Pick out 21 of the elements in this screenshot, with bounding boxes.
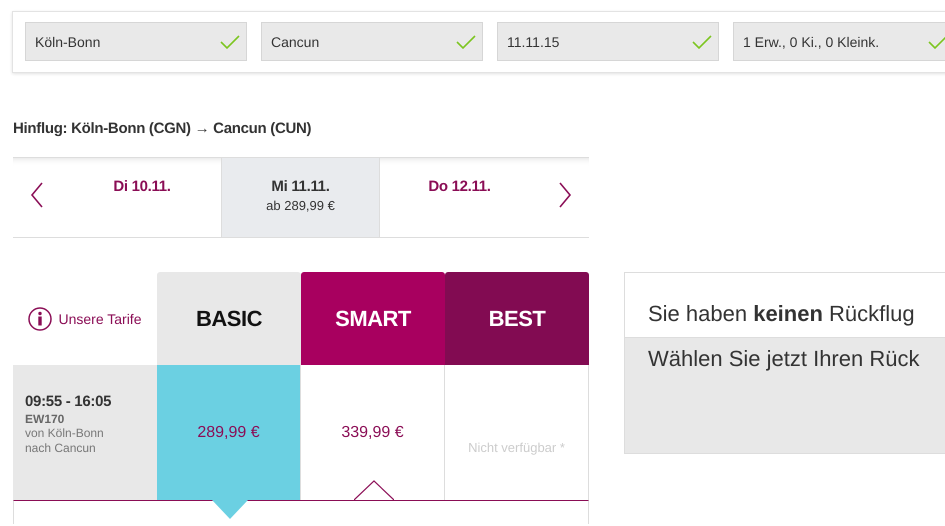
flight-time: 09:55 - 16:05 [25, 393, 112, 410]
selection-pointer-icon [212, 500, 248, 519]
date-tab[interactable]: Do 12.11. [380, 158, 589, 237]
fare-info-link[interactable]: Unsere Tarife [58, 310, 142, 326]
input-field[interactable]: 11.11.15 [497, 22, 719, 61]
fare-header: SMART [301, 272, 445, 365]
return-flight-notice: Sie haben keinen Rückflug [648, 301, 915, 327]
date-tab[interactable]: Mi 11.11. ab 289,99 € [221, 158, 380, 237]
fare-header: BEST [445, 272, 589, 365]
section-heading: Hinflug: Köln-Bonn (CGN) → Cancun (CUN) [13, 120, 312, 137]
return-flight-prompt: Wählen Sie jetzt Ihren Rück [648, 346, 920, 371]
fare-header: BASIC [157, 272, 301, 365]
flight-number: EW170 [25, 412, 66, 426]
date-tab[interactable]: Di 10.11. [13, 158, 221, 237]
fare-price-cell[interactable]: 289,99 € [157, 365, 301, 500]
fare-price-cell[interactable]: 339,99 € [301, 365, 445, 500]
input-field[interactable]: Köln-Bonn [25, 22, 247, 61]
input-field[interactable]: Cancun [261, 22, 483, 61]
input-field[interactable]: 1 Erw., 0 Ki., 0 Kleink. [733, 22, 945, 61]
flight-route: von Köln-Bonn nach Cancun [25, 426, 105, 456]
info-icon [28, 306, 52, 330]
